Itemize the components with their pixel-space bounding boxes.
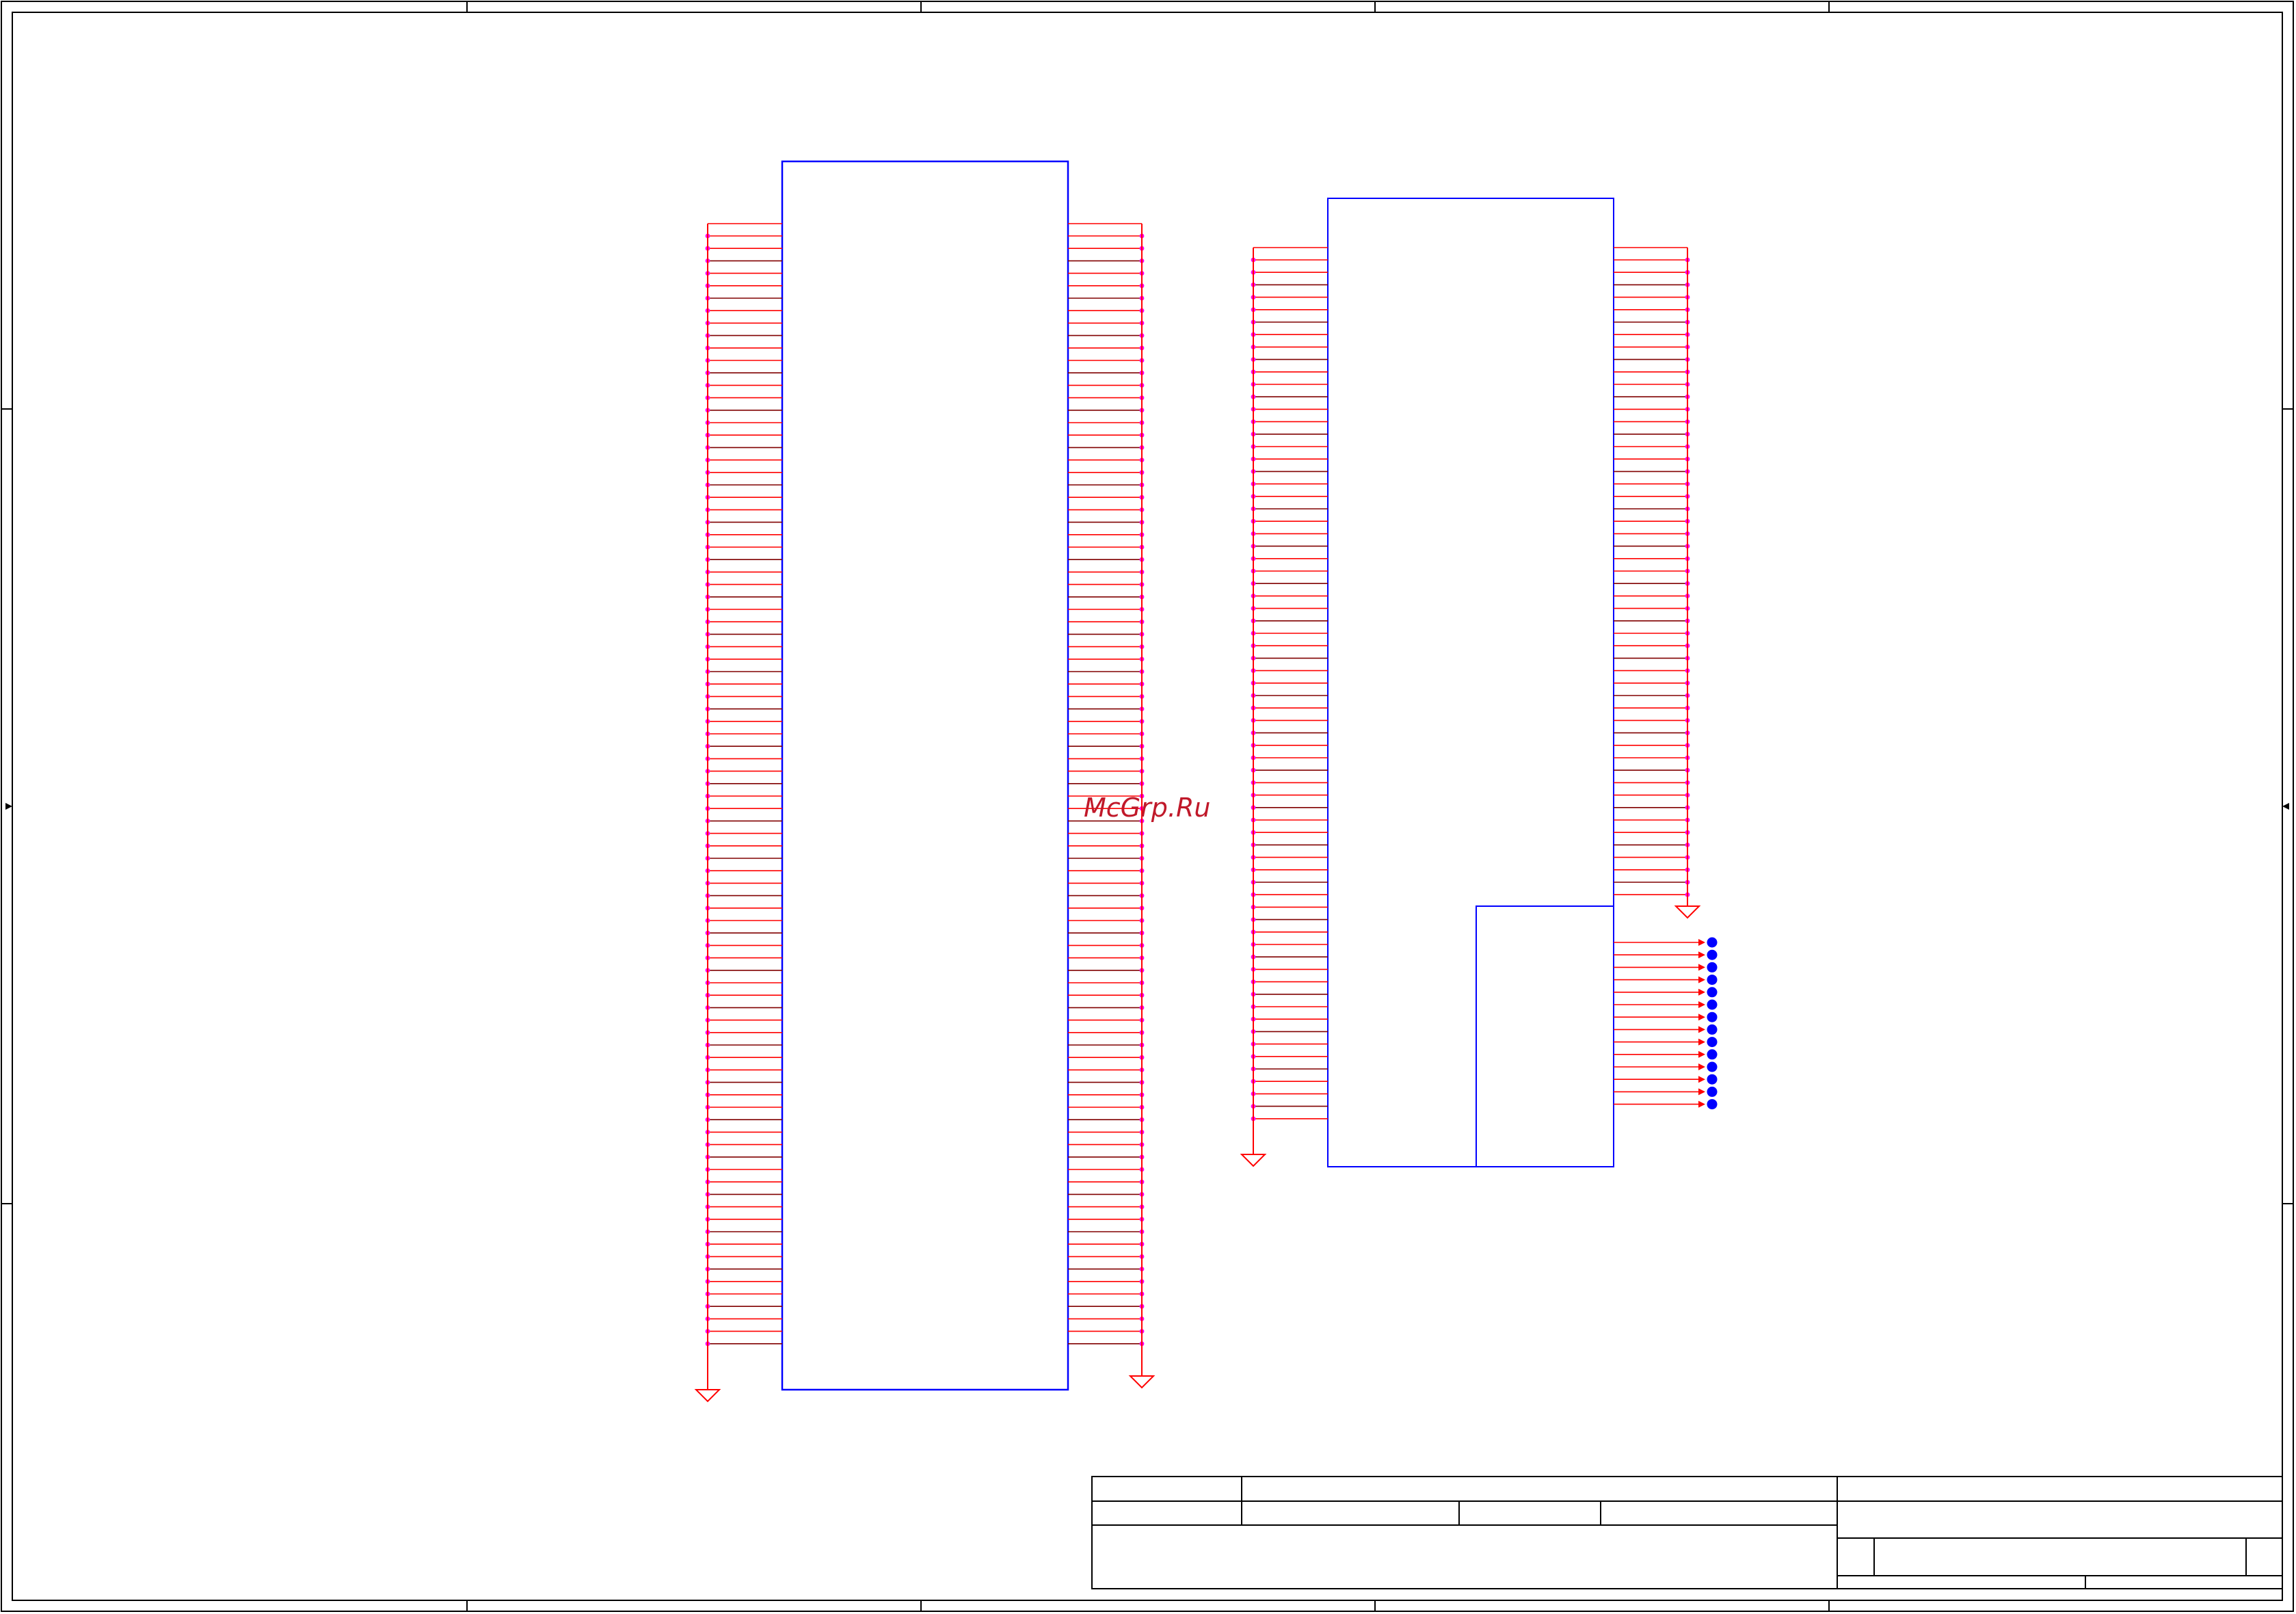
connector-1-right-pins bbox=[1068, 223, 1145, 1347]
port-arrow-icon bbox=[1698, 1014, 1705, 1021]
port-terminal bbox=[1707, 1037, 1718, 1048]
port-terminal bbox=[1707, 949, 1718, 960]
port-arrow-icon bbox=[1698, 1076, 1705, 1083]
port-terminal bbox=[1707, 1086, 1718, 1097]
port-arrow-icon bbox=[1698, 1063, 1705, 1070]
connector-1-left-pins bbox=[705, 223, 782, 1347]
connector-2-body bbox=[1327, 198, 1614, 1167]
watermark-text: McGrp.Ru bbox=[1084, 793, 1210, 823]
connector-2-port-pins bbox=[1614, 937, 1718, 1110]
port-arrow-icon bbox=[1698, 1026, 1705, 1033]
port-terminal bbox=[1707, 1074, 1718, 1085]
port-terminal bbox=[1707, 975, 1718, 985]
port-arrow-icon bbox=[1698, 951, 1705, 959]
port-terminal bbox=[1707, 1061, 1718, 1072]
port-terminal bbox=[1707, 1049, 1718, 1060]
ground-icon bbox=[1240, 1154, 1267, 1167]
title-block bbox=[1091, 1476, 2283, 1589]
port-arrow-icon bbox=[1698, 1001, 1705, 1008]
port-terminal bbox=[1707, 999, 1718, 1010]
port-arrow-icon bbox=[1698, 988, 1705, 996]
port-terminal bbox=[1707, 1024, 1718, 1035]
schematic-canvas: McGrp.Ru bbox=[1, 1, 2294, 1612]
port-terminal bbox=[1707, 962, 1718, 973]
port-arrow-icon bbox=[1698, 939, 1705, 946]
port-terminal bbox=[1707, 1011, 1718, 1022]
ground-icon bbox=[694, 1389, 721, 1403]
port-terminal bbox=[1707, 1099, 1718, 1110]
port-terminal bbox=[1707, 987, 1718, 998]
port-arrow-icon bbox=[1698, 964, 1705, 971]
connector-1-body bbox=[781, 160, 1069, 1391]
port-arrow-icon bbox=[1698, 1038, 1705, 1046]
port-arrow-icon bbox=[1698, 1088, 1705, 1096]
ground-icon bbox=[1674, 905, 1701, 919]
port-arrow-icon bbox=[1698, 1100, 1705, 1108]
port-arrow-icon bbox=[1698, 1050, 1705, 1058]
port-terminal bbox=[1707, 937, 1718, 948]
ground-icon bbox=[1128, 1375, 1156, 1389]
connector-2-left-pins bbox=[1251, 247, 1328, 1122]
connector-2-sub-unit bbox=[1476, 905, 1614, 1167]
connector-2-right-pins bbox=[1614, 247, 1690, 897]
port-arrow-icon bbox=[1698, 976, 1705, 983]
